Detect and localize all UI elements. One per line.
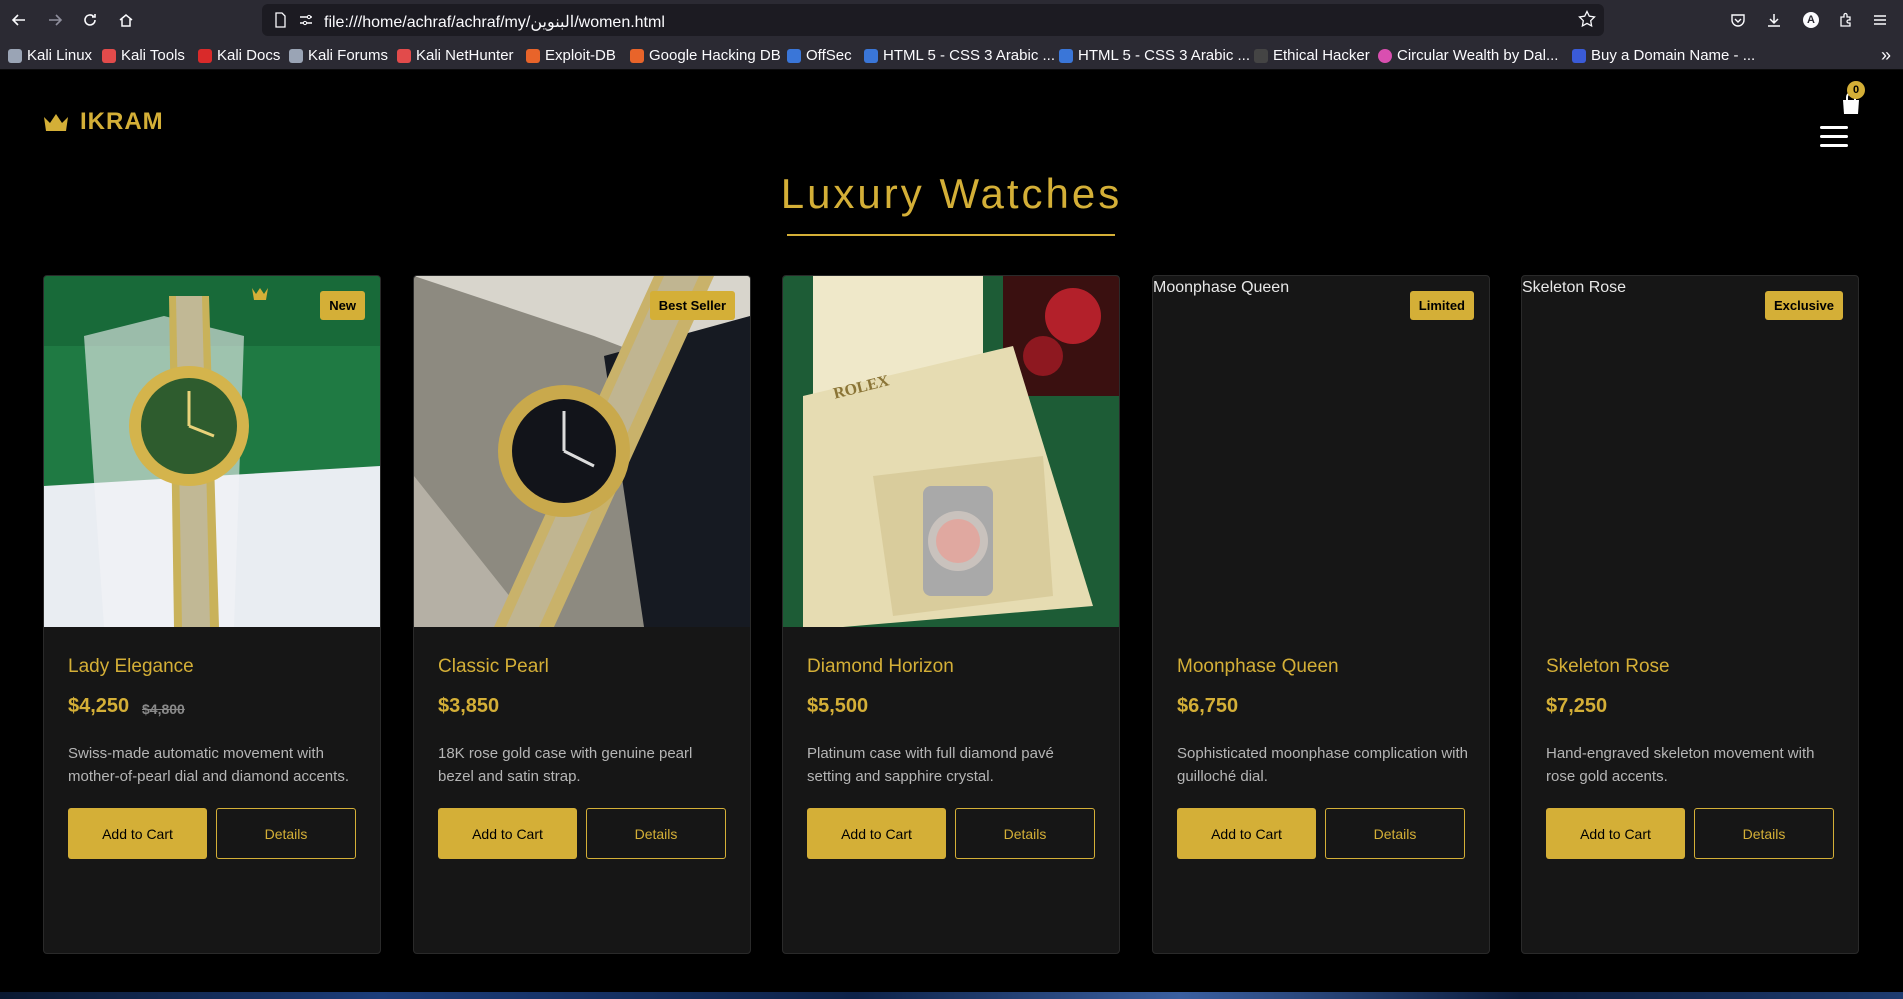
url-text[interactable]: file:///home/achraf/achraf/my/البنوين/wo… [324, 12, 665, 32]
offsec-icon [787, 48, 801, 63]
bookmarks-toolbar: Kali Linux Kali Tools Kali Docs Kali For… [0, 40, 1903, 70]
logo-text: IKRAM [80, 108, 164, 135]
kali-dragon-icon [8, 48, 22, 63]
app-menu-icon[interactable] [1870, 10, 1890, 30]
product-name: Diamond Horizon [807, 656, 954, 677]
bookmark-item[interactable]: Circular Wealth by Dal... [1378, 47, 1558, 64]
product-price: $6,750 [1177, 695, 1239, 717]
forward-icon[interactable] [43, 8, 67, 32]
product-image-broken[interactable]: Moonphase Queen Limited [1153, 276, 1489, 627]
hamburger-menu-icon[interactable] [1820, 126, 1848, 150]
site-logo[interactable]: IKRAM [42, 108, 164, 136]
details-button[interactable]: Details [1325, 808, 1465, 859]
add-to-cart-button[interactable]: Add to Cart [1546, 808, 1685, 859]
title-underline [787, 234, 1115, 236]
product-image-broken[interactable]: Skeleton Rose Exclusive [1522, 276, 1858, 627]
product-name: Moonphase Queen [1177, 656, 1339, 677]
next-section-image-edge [0, 992, 1903, 999]
bookmark-star-icon[interactable] [1578, 10, 1596, 28]
html-course-icon [1059, 48, 1073, 63]
exploit-db-icon [526, 48, 540, 63]
add-to-cart-button[interactable]: Add to Cart [1177, 808, 1316, 859]
bookmark-item[interactable]: Kali Forums [289, 47, 388, 64]
cart-count-badge: 0 [1847, 81, 1865, 99]
details-button[interactable]: Details [955, 808, 1095, 859]
bookmark-item[interactable]: Buy a Domain Name - ... [1572, 47, 1755, 64]
product-description: Swiss-made automatic movement with mothe… [68, 745, 349, 785]
kali-tools-icon [102, 48, 116, 63]
page: IKRAM 0 Luxury Watches New Lady Elegance… [0, 70, 1903, 999]
product-badge: Best Seller [649, 291, 735, 320]
product-description: Sophisticated moonphase complication wit… [1177, 745, 1468, 785]
product-badge: Exclusive [1765, 291, 1843, 320]
product-old-price: $4,800 [142, 701, 185, 717]
bookmark-item[interactable]: Kali Docs [198, 47, 280, 64]
nethunter-icon [397, 48, 411, 63]
account-avatar[interactable]: A [1803, 12, 1819, 28]
circular-wealth-icon [1378, 48, 1392, 63]
product-card: Moonphase Queen Limited Moonphase Queen … [1152, 275, 1490, 954]
bookmark-item[interactable]: OffSec [787, 47, 852, 64]
bookmark-item[interactable]: Kali Linux [8, 47, 92, 64]
reload-icon[interactable] [78, 8, 102, 32]
bookmark-item[interactable]: Google Hacking DB [630, 47, 781, 64]
product-name: Lady Elegance [68, 656, 194, 677]
bookmark-item[interactable]: Ethical Hacker [1254, 47, 1370, 64]
pocket-icon[interactable] [1728, 10, 1748, 30]
product-card: Best Seller Classic Pearl $3,850 18K ros… [413, 275, 751, 954]
bookmark-item[interactable]: Exploit-DB [526, 47, 616, 64]
add-to-cart-button[interactable]: Add to Cart [438, 808, 577, 859]
extensions-icon[interactable] [1836, 10, 1856, 30]
bookmark-item[interactable]: HTML 5 - CSS 3 Arabic ... [1059, 47, 1250, 64]
downloads-icon[interactable] [1764, 10, 1784, 30]
product-price: $5,500 [807, 695, 869, 717]
crown-icon [44, 114, 68, 131]
product-image[interactable]: ROLEX [783, 276, 1119, 627]
permissions-icon[interactable] [298, 12, 314, 28]
product-description: Hand-engraved skeleton movement with ros… [1546, 745, 1815, 785]
product-badge: Limited [1409, 291, 1474, 320]
bookmark-item[interactable]: HTML 5 - CSS 3 Arabic ... [864, 47, 1055, 64]
bookmark-item[interactable]: Kali Tools [102, 47, 185, 64]
product-price: $4,250 [68, 695, 130, 717]
bookmarks-overflow-icon[interactable]: » [1881, 45, 1891, 66]
back-icon[interactable] [7, 8, 31, 32]
product-card: New Lady Elegance $4,250 $4,800 Swiss-ma… [43, 275, 381, 954]
product-name: Classic Pearl [438, 656, 549, 677]
browser-toolbar: file:///home/achraf/achraf/my/البنوين/wo… [0, 0, 1903, 40]
product-description: Platinum case with full diamond pavé set… [807, 745, 1054, 785]
product-card: ROLEX Diamond Horizon $5,500 Platinum ca… [782, 275, 1120, 954]
add-to-cart-button[interactable]: Add to Cart [68, 808, 207, 859]
product-description: 18K rose gold case with genuine pearl be… [438, 745, 693, 785]
details-button[interactable]: Details [1694, 808, 1834, 859]
details-button[interactable]: Details [216, 808, 356, 859]
kali-docs-icon [198, 48, 212, 63]
image-alt-text: Moonphase Queen [1153, 279, 1290, 296]
domain-icon [1572, 48, 1586, 63]
details-button[interactable]: Details [586, 808, 726, 859]
url-bar[interactable]: file:///home/achraf/achraf/my/البنوين/wo… [262, 4, 1604, 36]
image-alt-text: Skeleton Rose [1522, 279, 1627, 296]
home-icon[interactable] [114, 8, 138, 32]
bookmark-item[interactable]: Kali NetHunter [397, 47, 514, 64]
product-card: Skeleton Rose Exclusive Skeleton Rose $7… [1521, 275, 1859, 954]
product-name: Skeleton Rose [1546, 656, 1670, 677]
add-to-cart-button[interactable]: Add to Cart [807, 808, 946, 859]
product-image[interactable]: New [44, 276, 380, 627]
ghdb-icon [630, 48, 644, 63]
product-price: $7,250 [1546, 695, 1608, 717]
html-course-icon [864, 48, 878, 63]
section-title: Luxury Watches [780, 170, 1123, 217]
product-price: $3,850 [438, 695, 500, 717]
ethical-hacker-icon [1254, 48, 1268, 63]
product-badge: New [320, 291, 365, 320]
product-image[interactable]: Best Seller [414, 276, 750, 627]
page-icon [275, 12, 286, 28]
kali-dragon-icon [289, 48, 303, 63]
